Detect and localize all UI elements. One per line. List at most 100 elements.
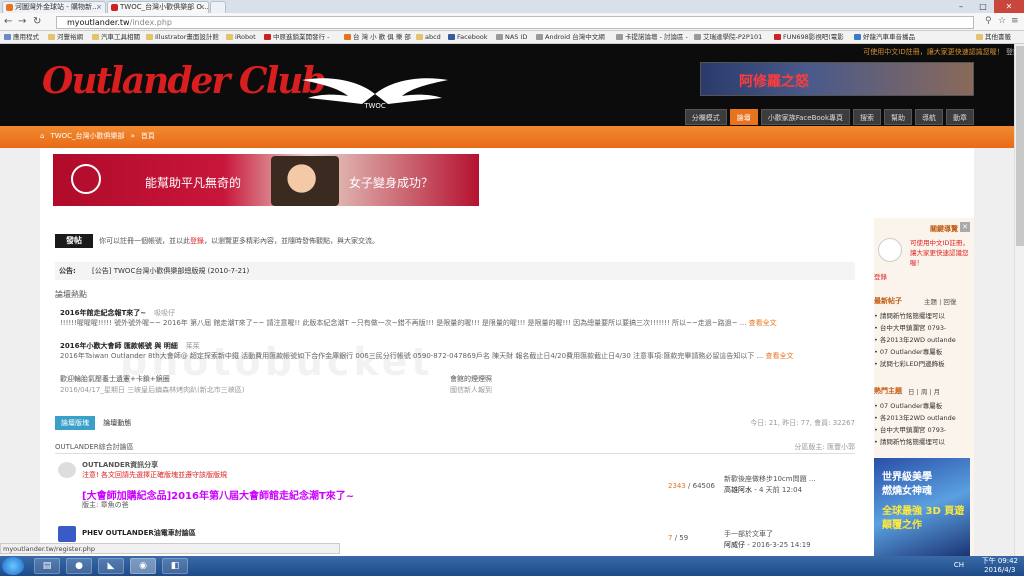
bookmark-folder[interactable]: 汽車工具相關 [92, 31, 140, 43]
sidebar-hot-post[interactable]: • 07 Outlander專屬板 [874, 400, 970, 410]
explorer-icon[interactable]: ▤ [34, 558, 60, 574]
small-link[interactable]: 2016/04/17_星期日 三峽皇后鎮森林烤肉趴(新北市三峽區) [60, 385, 245, 396]
hot-item-author[interactable]: 茱茱 [186, 342, 200, 350]
forum-moderator[interactable]: 版主: 章魚の爸 [82, 500, 129, 510]
maximize-button[interactable]: □ [972, 0, 994, 13]
tab-forum-boards[interactable]: 論壇版塊 [55, 416, 95, 430]
back-icon[interactable]: ← [4, 16, 12, 28]
bookmark-link[interactable]: 艾瑞達學院-P2P101 [694, 31, 762, 43]
read-more-link[interactable]: 查看全文 [749, 319, 777, 327]
hot-item-title[interactable]: 2016年小歡大會師 匯款帳號 與 明細 [60, 342, 178, 350]
bookmark-folder[interactable]: abcd [416, 31, 441, 43]
close-window-button[interactable]: ✕ [994, 0, 1024, 13]
system-tray[interactable]: CH [954, 561, 964, 569]
page-scrollbar[interactable] [1014, 44, 1024, 558]
close-tab-icon[interactable]: × [96, 2, 102, 13]
register-notice[interactable]: 可使用中文ID註冊，讓大家更快速認識您喔！ [863, 48, 1003, 56]
register-link[interactable]: 可使用中文ID註冊，讓大家更快速認識您喔！ [910, 238, 972, 268]
breadcrumb-current[interactable]: 首頁 [141, 131, 155, 141]
browser-tab[interactable]: 河圖灣外金球站 - 購物新… × [2, 1, 106, 13]
bookmark-link[interactable]: FUN698影視吧(電影 [774, 31, 844, 43]
nav-tab-layout[interactable]: 分欄模式 [684, 109, 727, 125]
menu-icon[interactable]: ≡ [1011, 16, 1019, 26]
close-sidebar-icon[interactable]: ✕ [960, 222, 970, 232]
bookmark-apps[interactable]: 應用程式 [4, 31, 39, 43]
game-ad-banner[interactable]: 阿修羅之怒 [700, 62, 974, 96]
forum-name[interactable]: OUTLANDER資訊分享 [82, 460, 158, 470]
last-post-user[interactable]: 阿威仔 [724, 541, 745, 549]
minimize-button[interactable]: – [950, 0, 972, 13]
nav-tab-facebook[interactable]: 小歡家族FaceBook專頁 [760, 109, 850, 125]
hot-section-title: 論壇熱點 [55, 290, 87, 299]
forward-icon[interactable]: → [18, 16, 26, 28]
sidebar-new-post[interactable]: • 台中大甲鎮瀾宮 0793- [874, 322, 970, 332]
nav-tab-help[interactable]: 幫助 [884, 109, 912, 125]
sidebar-login-link[interactable]: 登錄 [874, 272, 887, 282]
bookmark-folder[interactable]: 河豐裕網 [48, 31, 83, 43]
announcement-link[interactable]: [公告] TWOC台灣小歡俱樂部總版規 (2010-7-21) [92, 267, 249, 275]
tab-week[interactable]: 周 [921, 388, 928, 396]
sidebar-new-post[interactable]: • 各2013年2WD outlande [874, 334, 970, 344]
new-tab-button[interactable] [210, 1, 226, 13]
start-button[interactable] [2, 557, 24, 575]
sidebar-game-ad[interactable]: 世界級美學 燃燒女神魂 全球最強 3D 頁遊 顛覆之作 [874, 458, 970, 558]
tab-forum-activity[interactable]: 論壇動態 [103, 419, 131, 427]
forum-name[interactable]: PHEV OUTLANDER油電車討論區 [82, 528, 196, 538]
site-logo[interactable]: Outlander Club [42, 60, 327, 102]
sidebar-new-post[interactable]: • 試問七彩LED門邊飾板 [874, 358, 970, 368]
sidebar-new-post[interactable]: • 請問新竹銘簡擺埋可以 [874, 310, 970, 320]
bookmark-other[interactable]: 其他書籤 [976, 31, 1011, 43]
nav-tab-forum[interactable]: 論壇 [729, 109, 758, 125]
zoom-icon[interactable]: ⚲ [985, 16, 992, 26]
sidebar-hot-post[interactable]: • 各2013年2WD outlande [874, 412, 970, 422]
small-link[interactable]: 會館的煙煙照 [450, 374, 492, 385]
tab-day[interactable]: 日 [908, 388, 915, 396]
browser-tab-active[interactable]: TWOC_台灣小歡俱樂部 O… × [107, 1, 209, 13]
reload-icon[interactable]: ↻ [33, 16, 41, 28]
breadcrumb-site[interactable]: TWOC_台灣小歡俱樂部 [50, 131, 124, 141]
hot-item-author[interactable]: 吸吸仔 [154, 309, 175, 317]
url-input[interactable]: myoutlander.tw/index.php [56, 16, 974, 29]
bookmark-link[interactable]: Facebook [448, 31, 488, 43]
bookmark-link[interactable]: 中原進銷業開發行 - [264, 31, 329, 43]
nav-tab-medals[interactable]: 動章 [946, 109, 974, 125]
bookmark-link[interactable]: Android 台灣中文網 [536, 31, 605, 43]
bookmark-folder[interactable]: iRobot [226, 31, 256, 43]
last-post-user[interactable]: 高雄阿水 [724, 486, 752, 494]
bookmark-link[interactable]: 卡提諾論壇 - 討論區 - [616, 31, 688, 43]
app-icon[interactable]: ◧ [162, 558, 188, 574]
bookmark-link[interactable]: NAS ID [496, 31, 527, 43]
star-icon[interactable]: ☆ [998, 16, 1006, 26]
nav-tab-search[interactable]: 搜索 [853, 109, 881, 125]
new-post-button[interactable]: 發帖 [55, 234, 93, 248]
hot-item-title[interactable]: 2016年館走紀念報T來了~ [60, 309, 146, 317]
read-more-link[interactable]: 查看全文 [766, 352, 794, 360]
folder-icon [976, 34, 983, 40]
sidebar-new-post[interactable]: • 07 Outlander專屬板 [874, 346, 970, 356]
scrollbar-thumb[interactable] [1016, 46, 1024, 246]
sidebar-hot-post[interactable]: • 台中大甲鎮瀾宮 0793- [874, 424, 970, 434]
nav-tab-guide[interactable]: 導航 [915, 109, 943, 125]
last-post-title[interactable]: 手一部於文車了 [724, 529, 811, 540]
close-tab-icon[interactable]: × [199, 2, 205, 13]
home-icon[interactable]: ⌂ [40, 132, 44, 140]
tab-month[interactable]: 月 [934, 388, 941, 396]
clock[interactable]: 下午 09:42 2016/4/3 [982, 557, 1018, 575]
chrome-icon[interactable]: ◉ [130, 558, 156, 574]
small-link[interactable]: 歡迎輪胎氣壓養士遺憲+卡鎖+鏡圈 [60, 374, 245, 385]
bookmark-link[interactable]: 好龍汽車車音播品 [854, 31, 915, 43]
tab-replies[interactable]: 回復 [943, 298, 956, 306]
forum-group-moderator[interactable]: 分區版主: 匯豐小郭 [794, 440, 855, 454]
sidebar-hot-post[interactable]: • 請問新竹銘簡擺埋可以 [874, 436, 970, 446]
bookmark-folder[interactable]: Illustrator畫面設計館 [146, 31, 219, 43]
forum-group-title[interactable]: OUTLANDER綜合討論區 [55, 443, 134, 451]
small-link[interactable]: 國信新人報到 [450, 385, 492, 396]
bookmark-link[interactable]: 台 灣 小 歡 俱 樂 部 [344, 31, 411, 43]
last-post-title[interactable]: 新歡後座做移步10cm問題 … [724, 474, 816, 485]
tab-topics[interactable]: 主題 [924, 298, 937, 306]
avatar[interactable] [878, 238, 902, 262]
login-link[interactable]: 登錄 [190, 237, 204, 245]
media-icon[interactable]: ● [66, 558, 92, 574]
visual-studio-icon[interactable]: ◣ [98, 558, 124, 574]
nissan-ad-banner[interactable]: 能幫助平凡無奇的 女子變身成功？ [53, 154, 479, 206]
